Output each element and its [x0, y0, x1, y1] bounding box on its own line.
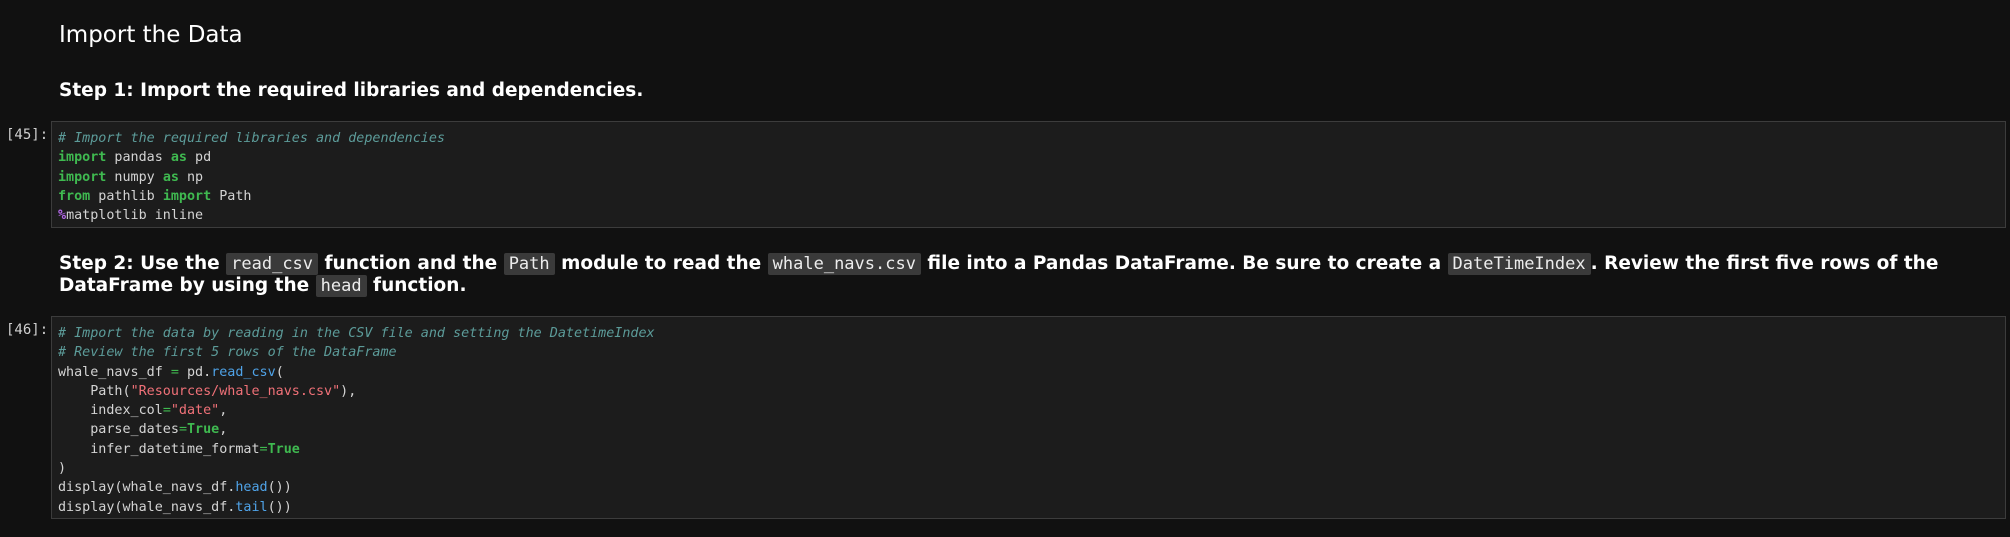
code-cell-1[interactable]: # Import the required libraries and depe… — [51, 121, 2006, 228]
code-text: ) — [58, 461, 67, 477]
code-cell-1-source[interactable]: # Import the required libraries and depe… — [52, 122, 2005, 225]
code-text: ()) — [267, 480, 292, 496]
code-text: infer_datetime_format — [58, 441, 260, 457]
boolean-literal: True — [267, 441, 300, 457]
code-line: # Import the data by reading in the CSV … — [58, 324, 2005, 343]
magic-symbol: % — [58, 208, 67, 224]
code-line: # Review the first 5 rows of the DataFra… — [58, 343, 2005, 362]
operator: = — [170, 364, 179, 380]
cell1-prompt: [45]: — [6, 127, 49, 143]
code-comment: # Review the first 5 rows of the DataFra… — [58, 345, 397, 361]
inline-code-read-csv: read_csv — [226, 253, 319, 275]
code-line: display(whale_navs_df.head()) — [58, 478, 2005, 497]
function-name: head — [235, 480, 268, 496]
inline-code-path: Path — [503, 253, 555, 275]
code-text: parse_dates — [58, 422, 179, 438]
code-text: np — [178, 169, 204, 185]
code-text: pd. — [178, 364, 212, 380]
step2-text: function and the — [318, 253, 504, 274]
step2-text: function. — [366, 275, 467, 296]
step2-text: module to read the — [554, 253, 768, 274]
code-line: display(whale_navs_df.tail()) — [58, 498, 2005, 517]
code-line: from pathlib import Path — [58, 187, 2005, 206]
code-comment: # Import the required libraries and depe… — [58, 131, 445, 146]
code-text: ( — [275, 364, 284, 380]
code-line: # Import the required libraries and depe… — [58, 129, 2005, 148]
code-text: ()) — [267, 499, 292, 515]
operator: = — [259, 441, 268, 457]
code-line: import pandas as pd — [58, 148, 2005, 167]
keyword: import — [58, 169, 107, 185]
code-line: Path("Resources/whale_navs.csv"), — [58, 382, 2005, 401]
function-name: read_csv — [211, 364, 276, 380]
code-line: parse_dates=True, — [58, 420, 2005, 439]
code-text: display(whale_navs_df. — [58, 480, 236, 496]
code-line: import numpy as np — [58, 168, 2005, 187]
step2-text: Step 2: Use the — [59, 253, 227, 274]
code-line: infer_datetime_format=True — [58, 440, 2005, 459]
inline-code-datetimeindex: DateTimeIndex — [1447, 253, 1591, 275]
operator: = — [178, 422, 187, 438]
string-literal: "Resources/whale_navs.csv" — [130, 383, 341, 399]
code-line: %matplotlib inline — [58, 206, 2005, 225]
code-text: matplotlib inline — [66, 208, 204, 224]
code-text: numpy — [106, 169, 163, 185]
code-text: Path — [211, 188, 252, 204]
code-text: pathlib — [90, 188, 163, 204]
section-heading: Import the Data — [59, 22, 243, 48]
code-text: display(whale_navs_df. — [58, 499, 236, 515]
inline-code-whale-navs-csv: whale_navs.csv — [767, 253, 921, 275]
code-text: index_col — [58, 403, 163, 419]
cell2-prompt: [46]: — [6, 322, 49, 338]
step2-heading: Step 2: Use the read_csv function and th… — [59, 253, 1990, 297]
code-line: index_col="date", — [58, 401, 2005, 420]
keyword: as — [162, 169, 179, 185]
step2-text: file into a Pandas DataFrame. Be sure to… — [920, 253, 1448, 274]
boolean-literal: True — [187, 422, 220, 438]
step1-heading: Step 1: Import the required libraries an… — [59, 80, 644, 101]
code-text: whale_navs_df — [58, 364, 171, 380]
keyword: as — [170, 150, 187, 166]
code-line: ) — [58, 459, 2005, 478]
code-text: , — [219, 422, 228, 438]
code-comment: # Import the data by reading in the CSV … — [58, 326, 655, 341]
keyword: from — [58, 188, 91, 204]
code-line: whale_navs_df = pd.read_csv( — [58, 363, 2005, 382]
operator: = — [162, 403, 171, 419]
code-cell-2[interactable]: # Import the data by reading in the CSV … — [51, 316, 2006, 519]
keyword: import — [58, 150, 107, 166]
code-text: Path( — [58, 383, 131, 399]
inline-code-head: head — [315, 275, 367, 297]
code-text: pandas — [106, 150, 171, 166]
keyword: import — [162, 188, 212, 204]
code-text: ), — [340, 383, 357, 399]
code-text: , — [219, 403, 228, 419]
code-cell-2-source[interactable]: # Import the data by reading in the CSV … — [52, 317, 2005, 517]
code-text: pd — [187, 150, 212, 166]
string-literal: "date" — [170, 403, 220, 419]
function-name: tail — [235, 499, 268, 515]
